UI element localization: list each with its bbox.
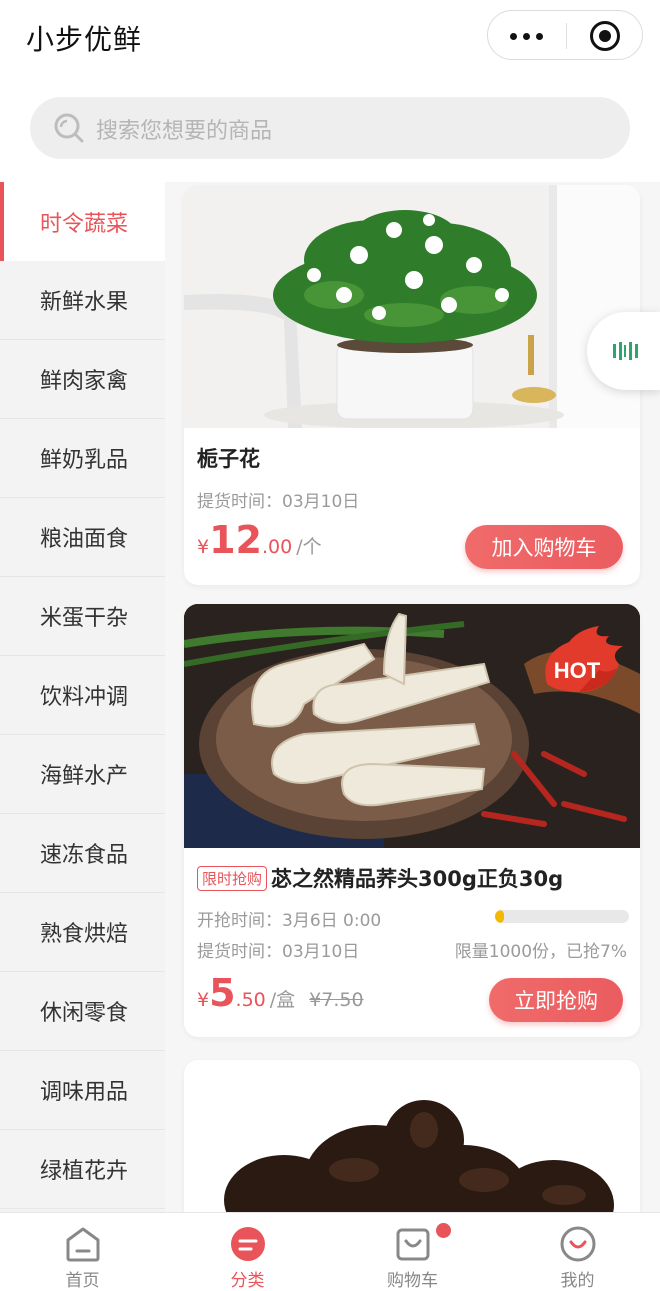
bottom-tabbar: 首页 分类 购物车 我的 [0,1212,660,1291]
search-placeholder: 搜索您想要的商品 [96,119,273,144]
pickup-time: 提货时间：03月10日 [197,492,360,512]
sidebar-item-frozen[interactable]: 速冻食品 [0,814,165,893]
profile-icon [560,1226,596,1262]
original-price: ¥7.50 [309,989,364,1011]
sale-start-time: 开抢时间：3月6日 0:00 [197,911,382,931]
close-miniapp-icon[interactable] [590,21,620,51]
product-price: ¥12.00/个 [197,518,322,562]
sidebar-item-fruit[interactable]: 新鲜水果 [0,261,165,340]
app-title: 小步优鲜 [26,23,143,56]
tab-cart[interactable]: 购物车 [330,1213,495,1291]
add-to-cart-button[interactable]: 加入购物车 [465,525,623,569]
product-card[interactable]: HOT 限时抢购 苾之然精品荞头300g正负30g 开抢时间：3月6日 0:00 … [184,604,640,1037]
cart-icon [396,1228,430,1261]
cart-badge-dot [436,1223,451,1238]
tab-home[interactable]: 首页 [0,1213,165,1291]
product-price: ¥5.50/盒 ¥7.50 [197,971,364,1015]
floating-scan-button[interactable] [587,312,660,390]
limit-quantity-text: 限量1000份，已抢7% [454,942,627,962]
pickup-time: 提货时间：03月10日 [197,942,360,962]
capsule-divider [566,23,567,49]
sidebar-item-snacks[interactable]: 休闲零食 [0,972,165,1051]
search-input[interactable]: 搜索您想要的商品 [30,97,630,159]
product-name: 限时抢购 苾之然精品荞头300g正负30g [197,863,563,893]
sidebar-item-drinks[interactable]: 饮料冲调 [0,656,165,735]
sidebar-item-plants[interactable]: 绿植花卉 [0,1130,165,1209]
miniapp-capsule [487,10,643,60]
product-image-gardenia[interactable] [184,185,640,428]
sidebar-item-dairy[interactable]: 鲜奶乳品 [0,419,165,498]
nav-header: 小步优鲜 [0,0,660,78]
sidebar-item-seasoning[interactable]: 调味用品 [0,1051,165,1130]
flash-sale-badge: 限时抢购 [197,866,268,891]
sidebar-item-bakery[interactable]: 熟食烘焙 [0,893,165,972]
sidebar-item-meat[interactable]: 鲜肉家禽 [0,340,165,419]
product-card[interactable]: 栀子花 提货时间：03月10日 ¥12.00/个 加入购物车 [184,185,640,585]
hot-badge: HOT [545,626,623,692]
sidebar-item-seasonal-veg[interactable]: 时令蔬菜 [0,182,165,261]
svg-text:HOT: HOT [554,658,601,683]
sold-progress-bar [495,910,629,923]
sidebar-item-grain-oil[interactable]: 粮油面食 [0,498,165,577]
barcode-icon [613,342,638,360]
tab-category[interactable]: 分类 [165,1213,330,1291]
product-card[interactable] [184,1060,640,1212]
sold-progress-fill [495,910,505,923]
category-sidebar: 时令蔬菜 新鲜水果 鲜肉家禽 鲜奶乳品 粮油面食 米蛋干杂 饮料冲调 海鲜水产 … [0,182,165,1212]
search-icon [54,113,84,143]
product-name: 栀子花 [197,447,260,471]
product-image-scallion-bulb[interactable]: HOT [184,604,640,848]
product-image-black-fungus[interactable] [184,1080,640,1212]
sidebar-item-seafood[interactable]: 海鲜水产 [0,735,165,814]
more-icon[interactable] [508,25,546,45]
product-list: 栀子花 提货时间：03月10日 ¥12.00/个 加入购物车 HOT 限时抢购 … [165,182,660,1212]
category-icon [231,1227,265,1261]
buy-now-button[interactable]: 立即抢购 [489,978,623,1022]
home-icon [66,1227,100,1262]
tab-profile[interactable]: 我的 [495,1213,660,1291]
sidebar-item-rice-egg[interactable]: 米蛋干杂 [0,577,165,656]
